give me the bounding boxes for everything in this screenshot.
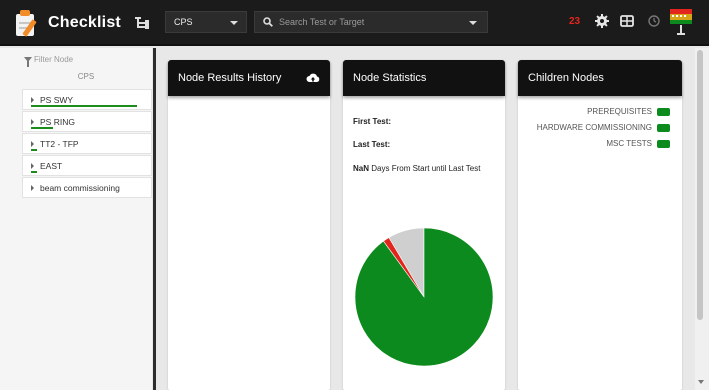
child-node[interactable]: PREREQUISITES [587,107,670,116]
history-icon[interactable] [646,13,662,29]
tree-item[interactable]: EAST [22,155,152,176]
tree-item-label: TT2 - TFP [40,138,79,149]
child-node[interactable]: HARDWARE COMMISSIONING [537,123,670,132]
card-title: Children Nodes [528,72,604,84]
gear-icon[interactable] [594,13,610,29]
days-text: Days From Start until Last Test [371,164,481,173]
tree-item-progress [31,171,37,173]
cloud-upload-icon[interactable] [306,72,320,84]
filter-node[interactable]: Filter Node [24,55,74,67]
tree-item-progress [31,127,53,129]
card-header: Children Nodes [518,60,682,96]
expand-arrow-icon[interactable] [31,118,34,125]
scrollbar-thumb[interactable] [697,50,703,320]
expand-arrow-icon[interactable] [31,162,34,169]
child-node-label: PREREQUISITES [587,107,652,116]
child-node[interactable]: MSC TESTS [606,139,670,148]
node-results-history-card: Node Results History [168,60,330,390]
expand-arrow-icon[interactable] [31,184,34,191]
filter-icon [24,57,32,67]
nan-value: NaN [353,164,370,173]
top-bar: Checklist CPS 23 [0,0,709,46]
tree-item-progress [31,149,37,151]
search-input[interactable] [279,17,469,27]
filter-node-placeholder: Filter Node [34,55,74,64]
children-nodes-card: Children Nodes PREREQUISITES HARDWARE CO… [518,60,682,390]
child-node-label: HARDWARE COMMISSIONING [536,123,652,132]
brand: Checklist [14,8,149,38]
app-title: Checklist [48,14,121,31]
scroll-down-arrow-icon[interactable] [698,380,704,384]
card-title: Node Results History [178,72,282,84]
tree-item[interactable]: PS SWY [22,89,152,110]
checklist-logo-icon [14,9,38,37]
tree-item-label: PS RING [40,116,75,127]
notification-count[interactable]: 23 [569,16,580,27]
card-header: Node Results History [168,60,330,96]
tree-view-icon[interactable] [134,16,149,30]
last-test-label: Last Test: [353,140,391,149]
tree-item[interactable]: TT2 - TFP [22,133,152,154]
sidebar-gutter [0,48,22,390]
pie-slice[interactable] [354,227,494,367]
card-header: Node Statistics [343,60,505,96]
days-row: NaN Days From Start until Last Test [353,164,480,173]
child-node-label: MSC TESTS [606,139,652,148]
dashboard-icon[interactable] [619,13,635,29]
project-select-value: CPS [174,17,193,27]
card-title: Node Statistics [353,72,427,84]
sidebar-divider[interactable] [153,48,156,390]
statistics-pie-chart [354,227,494,367]
tree-item[interactable]: PS RING [22,111,152,132]
tree-root-label: CPS [77,72,95,81]
tree-item-label: beam commissioning [40,182,120,193]
child-node-status [657,139,670,148]
child-node-status [657,107,670,116]
last-test-row: Last Test: [353,140,390,149]
expand-arrow-icon[interactable] [31,96,34,103]
expand-arrow-icon[interactable] [31,140,34,147]
project-select[interactable]: CPS [165,11,247,33]
status-indicator-icon[interactable] [670,9,692,37]
search-icon [263,17,273,27]
child-node-status [657,123,670,132]
first-test-row: First Test: [353,117,391,126]
first-test-label: First Test: [353,117,392,126]
tree-item[interactable]: beam commissioning [22,177,152,198]
node-statistics-card: Node Statistics First Test: Last Test: N… [343,60,505,390]
tree-item-label: PS SWY [40,94,74,105]
tree-item-progress [31,105,137,107]
search-box[interactable] [254,11,488,33]
chevron-down-icon [230,21,238,25]
search-dropdown-icon[interactable] [469,21,477,25]
tree-item-label: EAST [40,160,63,171]
